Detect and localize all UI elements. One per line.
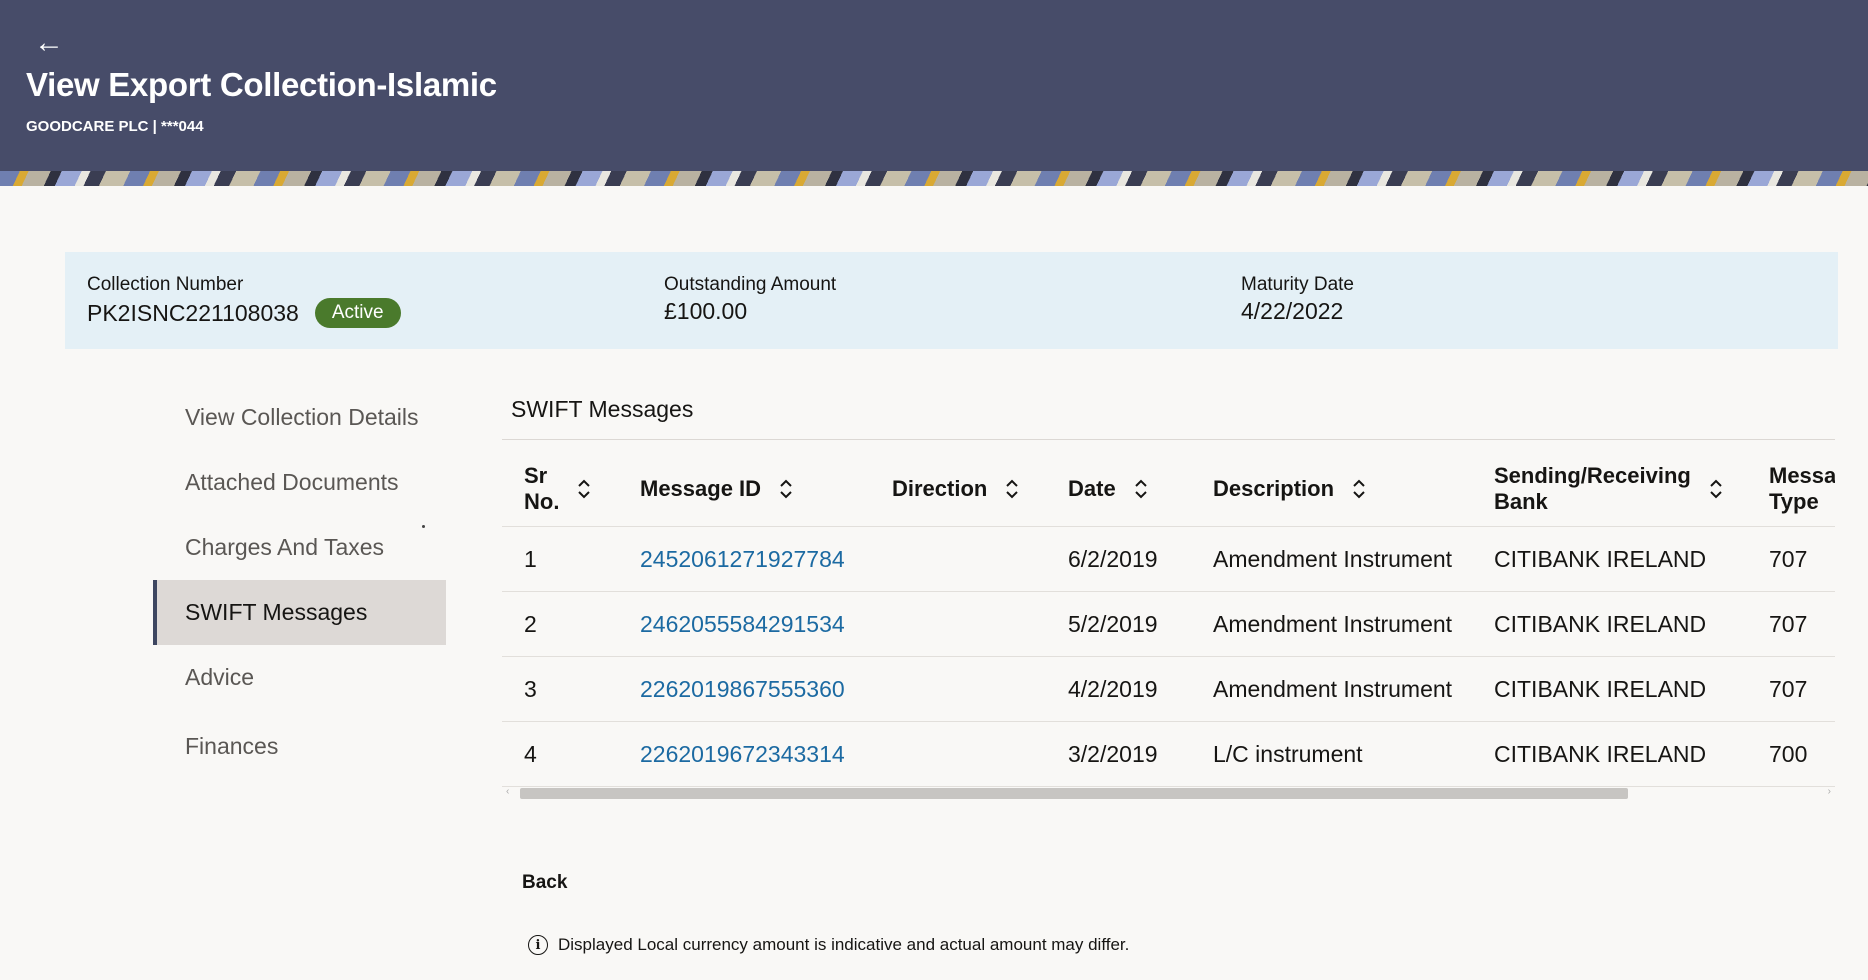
- page-title: View Export Collection-Islamic: [26, 66, 497, 103]
- bank-cell: CITIBANK IRELAND: [1494, 610, 1707, 637]
- page-header: ← View Export Collection-Islamic GOODCAR…: [0, 0, 1868, 171]
- maturity-date-value: 4/22/2022: [1241, 298, 1344, 324]
- message-type-cell: 707: [1769, 545, 1808, 572]
- back-arrow-icon[interactable]: ←: [34, 28, 64, 58]
- sr-no-cell: 4: [524, 740, 537, 767]
- collection-number-value: PK2ISNC221108038: [87, 299, 299, 326]
- swift-messages-table: Sr No. Message ID Direction Date Descript…: [502, 452, 1835, 788]
- bank-cell: CITIBANK IRELAND: [1494, 675, 1707, 702]
- decorative-dot: [422, 525, 425, 528]
- maturity-date-label: Maturity Date: [1241, 274, 1354, 295]
- column-header-sending-receiving-bank: Sending/Receiving Bank: [1494, 452, 1723, 526]
- column-header-direction: Direction: [892, 452, 1019, 526]
- sort-icon[interactable]: [1005, 478, 1019, 500]
- nav-item-advice[interactable]: Advice: [153, 645, 446, 710]
- table-row: 3 2262019867555360 4/2/2019 Amendment In…: [502, 657, 1835, 722]
- description-cell: Amendment Instrument: [1213, 545, 1453, 572]
- side-navigation: View Collection Details Attached Documen…: [153, 385, 446, 779]
- nav-item-attached-documents[interactable]: Attached Documents: [153, 450, 446, 515]
- sr-no-cell: 2: [524, 610, 537, 637]
- message-type-cell: 707: [1769, 675, 1808, 702]
- date-cell: 3/2/2019: [1068, 740, 1158, 767]
- horizontal-scrollbar[interactable]: ‹ ›: [502, 786, 1835, 800]
- bank-cell: CITIBANK IRELAND: [1494, 545, 1707, 572]
- info-text: Displayed Local currency amount is indic…: [558, 935, 1130, 954]
- scrollbar-thumb[interactable]: [520, 788, 1628, 799]
- sort-icon[interactable]: [1709, 478, 1723, 500]
- decorative-banner-pattern: [0, 171, 1868, 186]
- info-note: i Displayed Local currency amount is ind…: [528, 935, 1129, 955]
- message-id-link[interactable]: 2452061271927784: [640, 527, 845, 591]
- message-id-link[interactable]: 2262019672343314: [640, 722, 845, 786]
- table-row: 2 2462055584291534 5/2/2019 Amendment In…: [502, 592, 1835, 657]
- column-header-message-type: Messa Type: [1769, 463, 1835, 514]
- column-header-message-id: Message ID: [640, 452, 793, 526]
- sort-icon[interactable]: [779, 478, 793, 500]
- sort-icon[interactable]: [577, 478, 591, 500]
- sort-icon[interactable]: [1134, 478, 1148, 500]
- date-cell: 4/2/2019: [1068, 675, 1158, 702]
- description-cell: Amendment Instrument: [1213, 675, 1453, 702]
- status-badge: Active: [314, 298, 401, 328]
- description-cell: L/C instrument: [1213, 740, 1363, 767]
- message-id-link[interactable]: 2262019867555360: [640, 657, 845, 721]
- sr-no-cell: 3: [524, 675, 537, 702]
- bank-cell: CITIBANK IRELAND: [1494, 740, 1707, 767]
- message-id-link[interactable]: 2462055584291534: [640, 592, 845, 656]
- table-header-row: Sr No. Message ID Direction Date Descript…: [502, 452, 1835, 527]
- collection-summary: Collection Number PK2ISNC221108038 Activ…: [65, 252, 1838, 349]
- outstanding-amount-block: Outstanding Amount £100.00: [664, 274, 836, 325]
- message-type-cell: 707: [1769, 610, 1808, 637]
- outstanding-amount-label: Outstanding Amount: [664, 274, 837, 295]
- description-cell: Amendment Instrument: [1213, 610, 1453, 637]
- nav-item-finances[interactable]: Finances: [153, 710, 446, 779]
- collection-number-label: Collection Number: [87, 274, 244, 295]
- outstanding-amount-value: £100.00: [664, 298, 748, 324]
- date-cell: 5/2/2019: [1068, 610, 1158, 637]
- section-title: SWIFT Messages: [511, 396, 694, 422]
- info-icon: i: [528, 935, 548, 955]
- table-row: 1 2452061271927784 6/2/2019 Amendment In…: [502, 527, 1835, 592]
- sort-icon[interactable]: [1352, 478, 1366, 500]
- back-button[interactable]: Back: [522, 872, 567, 894]
- collection-number-block: Collection Number PK2ISNC221108038 Activ…: [87, 274, 401, 328]
- table-row: 4 2262019672343314 3/2/2019 L/C instrume…: [502, 722, 1835, 787]
- scroll-left-icon[interactable]: ‹: [506, 786, 509, 797]
- message-type-cell: 700: [1769, 740, 1808, 767]
- sr-no-cell: 1: [524, 545, 537, 572]
- date-cell: 6/2/2019: [1068, 545, 1158, 572]
- scroll-right-icon[interactable]: ›: [1828, 786, 1831, 797]
- column-header-description: Description: [1213, 452, 1366, 526]
- divider: [502, 439, 1835, 440]
- nav-item-charges-and-taxes[interactable]: Charges And Taxes: [153, 515, 446, 580]
- maturity-date-block: Maturity Date 4/22/2022: [1241, 274, 1354, 325]
- nav-item-swift-messages[interactable]: SWIFT Messages: [153, 580, 446, 645]
- column-header-date: Date: [1068, 452, 1148, 526]
- column-header-sr-no: Sr No.: [524, 452, 591, 526]
- nav-item-view-collection-details[interactable]: View Collection Details: [153, 385, 446, 450]
- page-subtitle: GOODCARE PLC | ***044: [26, 118, 204, 135]
